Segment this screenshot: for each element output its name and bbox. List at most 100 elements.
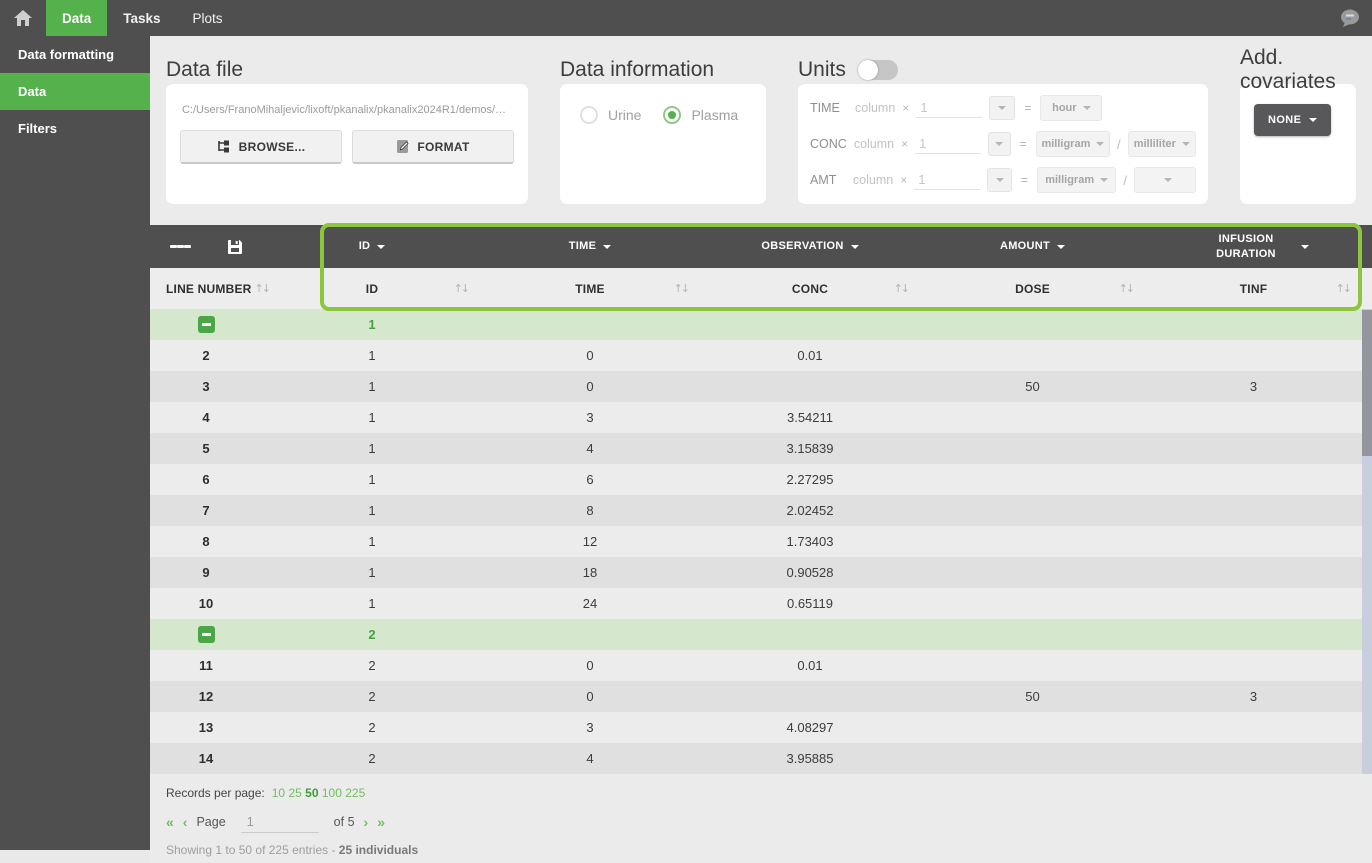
amt-factor-dropdown[interactable] bbox=[987, 168, 1012, 192]
table-cell: 2.27295 bbox=[700, 464, 920, 495]
amt-denominator-unit-select[interactable] bbox=[1134, 167, 1196, 193]
column-header-time[interactable]: TIME ↑↓ bbox=[480, 268, 700, 309]
table-cell bbox=[480, 619, 700, 650]
chevron-down-icon bbox=[996, 178, 1004, 182]
multiply-symbol: × bbox=[901, 137, 908, 151]
conc-volume-unit-value: milliliter bbox=[1134, 138, 1176, 150]
column-type-id[interactable]: ID bbox=[320, 225, 480, 268]
conc-mass-unit-select[interactable]: milligram bbox=[1036, 131, 1110, 157]
column-header-tinf[interactable]: TINF↑↓ bbox=[1145, 268, 1362, 309]
table-row[interactable]: 91180.90528 bbox=[150, 557, 1362, 588]
page-size-option-25[interactable]: 25 bbox=[288, 786, 301, 800]
column-header-line-number[interactable]: LINE NUMBER↑↓ bbox=[150, 268, 320, 309]
column-header-id[interactable]: ID↑↓ bbox=[320, 268, 480, 309]
save-table-button[interactable] bbox=[227, 239, 243, 255]
page-number-input[interactable] bbox=[241, 811, 319, 833]
time-factor-dropdown[interactable] bbox=[989, 96, 1015, 120]
table-row[interactable]: 101240.65119 bbox=[150, 588, 1362, 619]
vertical-scrollbar[interactable] bbox=[1362, 309, 1372, 774]
next-page-button[interactable]: › bbox=[364, 815, 369, 829]
format-button[interactable]: FORMAT bbox=[352, 130, 514, 164]
column-header-dose[interactable]: DOSE↑↓ bbox=[920, 268, 1145, 309]
tab-data[interactable]: Data bbox=[46, 0, 107, 36]
browse-button[interactable]: BROWSE... bbox=[180, 130, 342, 164]
amt-factor-input[interactable] bbox=[914, 170, 980, 190]
previous-page-button[interactable]: ‹ bbox=[183, 815, 188, 829]
sort-icon[interactable]: ↑↓ bbox=[674, 282, 688, 295]
unit-amt-label: AMT bbox=[810, 173, 846, 187]
table-row[interactable]: 310503 bbox=[150, 371, 1362, 402]
page-size-option-10[interactable]: 10 bbox=[272, 786, 285, 800]
column-header-time-label: TIME bbox=[575, 282, 604, 296]
table-cell: 2 bbox=[320, 681, 480, 712]
table-row[interactable]: 11200.01 bbox=[150, 650, 1362, 681]
amt-mass-unit-select[interactable]: milligram bbox=[1037, 167, 1116, 193]
radio-urine[interactable]: Urine bbox=[580, 106, 641, 124]
column-type-observation[interactable]: OBSERVATION bbox=[700, 225, 920, 268]
table-row[interactable]: 81121.73403 bbox=[150, 526, 1362, 557]
table-row[interactable]: 13234.08297 bbox=[150, 712, 1362, 743]
table-cell bbox=[1145, 526, 1362, 557]
conc-factor-input[interactable] bbox=[915, 134, 981, 154]
units-section: Units TIME column × = hour bbox=[798, 56, 1208, 225]
column-header-conc[interactable]: CONC↑↓ bbox=[700, 268, 920, 309]
chevron-down-icon bbox=[1301, 245, 1309, 249]
table-menu-button[interactable] bbox=[170, 242, 191, 251]
unit-row-conc: CONC column × = milligram / milliliter bbox=[810, 130, 1196, 158]
page-size-option-50[interactable]: 50 bbox=[305, 786, 318, 800]
table-cell: 0 bbox=[480, 371, 700, 402]
time-unit-select[interactable]: hour bbox=[1040, 95, 1102, 121]
column-type-infusion-duration[interactable]: INFUSION DURATION bbox=[1145, 225, 1362, 268]
sidebar-item-data-formatting[interactable]: Data formatting bbox=[0, 36, 150, 73]
table-cell: 0.01 bbox=[700, 650, 920, 681]
table-cell bbox=[1145, 712, 1362, 743]
table-cell: 12 bbox=[150, 681, 320, 712]
sort-icon[interactable]: ↑↓ bbox=[454, 282, 468, 295]
table-row[interactable]: 1220503 bbox=[150, 681, 1362, 712]
conc-volume-unit-select[interactable]: milliliter bbox=[1128, 131, 1196, 157]
sidebar-item-data[interactable]: Data bbox=[0, 73, 150, 110]
page-size-option-225[interactable]: 225 bbox=[345, 786, 365, 800]
covariates-none-button[interactable]: NONE bbox=[1254, 104, 1331, 136]
scrollbar-thumb[interactable] bbox=[1362, 310, 1372, 456]
table-cell: 3 bbox=[480, 402, 700, 433]
equals-symbol: = bbox=[1021, 173, 1028, 187]
table-cell bbox=[1145, 588, 1362, 619]
table-cell: 0 bbox=[480, 650, 700, 681]
sidebar-item-filters[interactable]: Filters bbox=[0, 110, 150, 147]
collapse-group-button[interactable] bbox=[198, 316, 215, 333]
home-button[interactable] bbox=[0, 0, 46, 36]
radio-plasma[interactable]: Plasma bbox=[663, 106, 738, 124]
table-row[interactable]: 6162.27295 bbox=[150, 464, 1362, 495]
records-per-page-label: Records per page: bbox=[166, 786, 265, 800]
column-type-amount[interactable]: AMOUNT bbox=[920, 225, 1145, 268]
data-file-section: Data file C:/Users/FranoMihaljevic/lixof… bbox=[166, 56, 528, 225]
divide-symbol: / bbox=[1117, 137, 1121, 152]
conc-factor-dropdown[interactable] bbox=[988, 132, 1011, 156]
collapse-group-button[interactable] bbox=[198, 626, 215, 643]
tab-tasks[interactable]: Tasks bbox=[107, 0, 176, 36]
first-page-button[interactable]: « bbox=[166, 815, 174, 829]
table-row[interactable]: 2100.01 bbox=[150, 340, 1362, 371]
table-cell: 3.54211 bbox=[700, 402, 920, 433]
data-information-section: Data information Urine Plasma bbox=[560, 56, 766, 225]
group-id-cell: 1 bbox=[320, 309, 480, 340]
sort-icon[interactable]: ↑↓ bbox=[1336, 282, 1350, 295]
table-row[interactable]: 5143.15839 bbox=[150, 433, 1362, 464]
table-cell bbox=[1145, 495, 1362, 526]
units-toggle[interactable] bbox=[858, 60, 898, 80]
page-size-option-100[interactable]: 100 bbox=[322, 786, 342, 800]
sort-icon[interactable]: ↑↓ bbox=[255, 282, 269, 295]
sort-icon[interactable]: ↑↓ bbox=[894, 282, 908, 295]
data-table: ID TIME OBSERVATION AMOUNT INFUSION DURA… bbox=[150, 225, 1372, 774]
tab-plots[interactable]: Plots bbox=[177, 0, 239, 36]
feedback-button[interactable] bbox=[1328, 0, 1372, 36]
sort-icon[interactable]: ↑↓ bbox=[1119, 282, 1133, 295]
time-factor-input[interactable] bbox=[916, 98, 982, 118]
table-row[interactable]: 7182.02452 bbox=[150, 495, 1362, 526]
column-type-time[interactable]: TIME bbox=[480, 225, 700, 268]
table-row[interactable]: 14243.95885 bbox=[150, 743, 1362, 774]
table-cell: 2 bbox=[150, 340, 320, 371]
last-page-button[interactable]: » bbox=[377, 815, 385, 829]
table-row[interactable]: 4133.54211 bbox=[150, 402, 1362, 433]
